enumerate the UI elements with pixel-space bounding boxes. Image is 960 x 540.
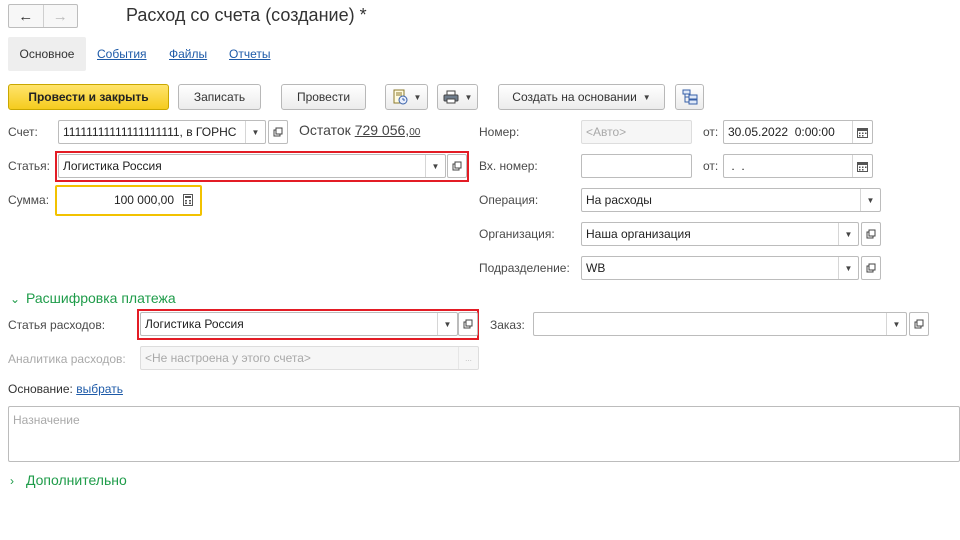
page-title: Расход со счета (создание) * bbox=[126, 5, 367, 25]
chevron-down-icon[interactable]: ▼ bbox=[245, 121, 265, 143]
operation-label: Операция: bbox=[479, 193, 539, 207]
attach-dropdown-button[interactable]: ▼ bbox=[385, 84, 428, 110]
sum-label: Сумма: bbox=[8, 193, 50, 207]
department-field[interactable]: WB ▼ bbox=[581, 256, 859, 280]
chevron-down-icon[interactable]: ▼ bbox=[437, 313, 457, 335]
article-label: Статья: bbox=[8, 159, 51, 173]
decoding-section-title: Расшифровка платежа bbox=[26, 290, 176, 306]
expense-article-field[interactable]: Логистика Россия ▼ bbox=[140, 312, 458, 336]
balance-cents: 00 bbox=[409, 127, 421, 138]
tab-events[interactable]: События bbox=[97, 37, 147, 71]
create-based-on-label: Создать на основании bbox=[512, 90, 637, 104]
account-value: 11111111111111111111, в ГОРНС bbox=[63, 125, 237, 139]
balance-value: 729 056, bbox=[354, 122, 410, 138]
ellipsis-icon[interactable]: ... bbox=[458, 347, 478, 369]
decoding-section-header[interactable]: ⌄ Расшифровка платежа bbox=[10, 290, 176, 306]
post-and-close-button[interactable]: Провести и закрыть bbox=[8, 84, 169, 110]
chevron-right-icon: › bbox=[10, 474, 14, 488]
save-button[interactable]: Записать bbox=[178, 84, 261, 110]
expense-article-value: Логистика Россия bbox=[145, 317, 244, 331]
printer-icon bbox=[443, 90, 459, 104]
sum-value: 100 000,00 bbox=[113, 193, 174, 207]
hierarchy-icon bbox=[682, 89, 697, 105]
expense-article-label: Статья расходов: bbox=[8, 318, 106, 332]
balance-display: Остаток 729 056,00 bbox=[299, 122, 420, 138]
tab-files[interactable]: Файлы bbox=[169, 37, 207, 71]
arrow-right-icon[interactable]: → bbox=[44, 5, 78, 27]
balance-value-link[interactable]: 729 056,00 bbox=[355, 122, 421, 138]
order-field[interactable]: ▼ bbox=[533, 312, 907, 336]
additional-section-header[interactable]: › Дополнительно bbox=[10, 472, 127, 488]
balance-label: Остаток bbox=[299, 122, 351, 138]
open-window-icon bbox=[914, 319, 924, 329]
in-number-field[interactable] bbox=[581, 154, 692, 178]
chevron-down-icon: ▼ bbox=[464, 92, 473, 102]
order-label: Заказ: bbox=[490, 318, 525, 332]
organization-label: Организация: bbox=[479, 227, 555, 241]
analytics-label: Аналитика расходов: bbox=[8, 352, 126, 366]
date-from-label: от: bbox=[703, 125, 719, 139]
tab-main[interactable]: Основное bbox=[8, 37, 86, 71]
purpose-textarea[interactable]: Назначение bbox=[8, 406, 960, 462]
create-based-on-button[interactable]: Создать на основании ▼ bbox=[498, 84, 665, 110]
chevron-down-icon: ⌄ bbox=[10, 292, 21, 306]
calendar-icon[interactable] bbox=[852, 121, 872, 143]
arrow-left-icon[interactable]: ← bbox=[9, 5, 44, 27]
account-label: Счет: bbox=[8, 125, 38, 139]
in-date-field[interactable]: . . bbox=[723, 154, 873, 178]
open-window-icon bbox=[866, 229, 876, 239]
analytics-placeholder: <Не настроена у этого счета> bbox=[145, 351, 311, 365]
sum-field[interactable]: 100 000,00 bbox=[58, 188, 199, 212]
order-open-button[interactable] bbox=[909, 312, 929, 336]
open-window-icon bbox=[866, 263, 876, 273]
chevron-down-icon: ▼ bbox=[413, 92, 422, 102]
in-date-value: . . bbox=[728, 159, 745, 173]
department-value: WB bbox=[586, 261, 606, 275]
purpose-placeholder: Назначение bbox=[13, 413, 80, 427]
date-field[interactable]: 30.05.2022 0:00:00 bbox=[723, 120, 873, 144]
account-field[interactable]: 11111111111111111111, в ГОРНС ▼ bbox=[58, 120, 266, 144]
tab-reports[interactable]: Отчеты bbox=[229, 37, 270, 71]
calendar-icon[interactable] bbox=[852, 155, 872, 177]
document-clock-icon bbox=[393, 89, 408, 105]
basis-label: Основание: bbox=[8, 382, 73, 396]
analytics-field[interactable]: <Не настроена у этого счета> ... bbox=[140, 346, 479, 370]
chevron-down-icon: ▼ bbox=[642, 92, 651, 102]
in-number-label: Вх. номер: bbox=[479, 159, 538, 173]
chevron-down-icon[interactable]: ▼ bbox=[425, 155, 445, 177]
article-open-button[interactable] bbox=[447, 154, 467, 178]
department-open-button[interactable] bbox=[861, 256, 881, 280]
print-dropdown-button[interactable]: ▼ bbox=[437, 84, 478, 110]
chevron-down-icon[interactable]: ▼ bbox=[838, 223, 858, 245]
open-window-icon bbox=[463, 319, 473, 329]
article-value: Логистика Россия bbox=[63, 159, 162, 173]
additional-section-title: Дополнительно bbox=[26, 472, 127, 488]
account-open-button[interactable] bbox=[268, 120, 288, 144]
organization-value: Наша организация bbox=[586, 227, 691, 241]
navigation-buttons: ← → bbox=[8, 4, 78, 28]
basis-select-link[interactable]: выбрать bbox=[76, 382, 123, 396]
basis: Основание: выбрать bbox=[8, 382, 123, 396]
department-label: Подразделение: bbox=[479, 261, 570, 275]
organization-field[interactable]: Наша организация ▼ bbox=[581, 222, 859, 246]
structure-button[interactable] bbox=[675, 84, 704, 110]
number-label: Номер: bbox=[479, 125, 520, 139]
organization-open-button[interactable] bbox=[861, 222, 881, 246]
open-window-icon bbox=[273, 127, 283, 137]
article-field[interactable]: Логистика Россия ▼ bbox=[58, 154, 446, 178]
date-value: 30.05.2022 0:00:00 bbox=[728, 125, 835, 139]
calculator-icon[interactable] bbox=[178, 189, 198, 211]
number-field[interactable]: <Авто> bbox=[581, 120, 692, 144]
operation-value: На расходы bbox=[586, 193, 652, 207]
open-window-icon bbox=[452, 161, 462, 171]
in-date-from-label: от: bbox=[703, 159, 719, 173]
chevron-down-icon[interactable]: ▼ bbox=[886, 313, 906, 335]
expense-article-open-button[interactable] bbox=[458, 312, 478, 336]
number-placeholder: <Авто> bbox=[586, 125, 627, 139]
operation-field[interactable]: На расходы ▼ bbox=[581, 188, 881, 212]
chevron-down-icon[interactable]: ▼ bbox=[838, 257, 858, 279]
post-button[interactable]: Провести bbox=[281, 84, 366, 110]
chevron-down-icon[interactable]: ▼ bbox=[860, 189, 880, 211]
